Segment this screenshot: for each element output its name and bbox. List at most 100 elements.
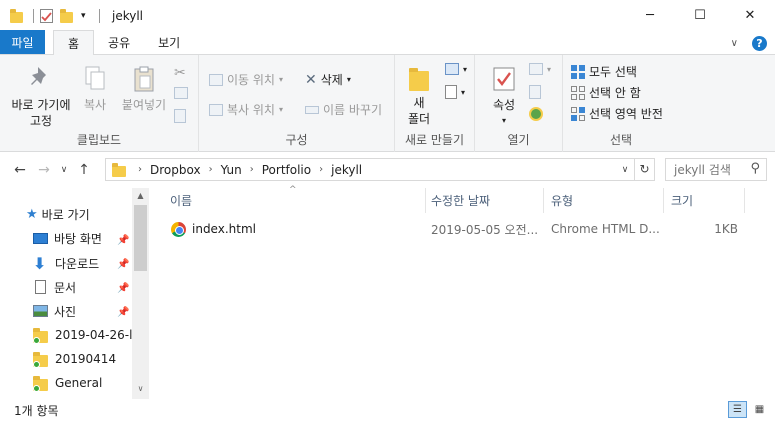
document-icon — [35, 280, 46, 294]
new-item-icon — [445, 63, 459, 75]
nav-item-folder-general[interactable]: General — [33, 371, 102, 395]
move-to-button[interactable]: 이동 위치 ▾ — [209, 71, 283, 88]
forward-arrow-icon: → — [38, 162, 50, 178]
nav-item-label: 사진 — [54, 304, 77, 319]
nav-item-label: General — [55, 376, 103, 390]
easy-access-button[interactable]: ▾ — [445, 85, 465, 99]
minimize-button[interactable]: ─ — [625, 0, 675, 31]
large-icons-view-button[interactable]: ▦ — [750, 401, 769, 418]
maximize-button[interactable]: ☐ — [675, 0, 725, 31]
chevron-right-icon[interactable]: › — [319, 164, 323, 175]
up-arrow-icon: ↑ — [78, 162, 90, 178]
breadcrumb-jekyll[interactable]: jekyll — [331, 163, 362, 177]
copy-path-button[interactable] — [174, 87, 188, 99]
nav-item-downloads[interactable]: ⬇ 다운로드 — [33, 251, 99, 275]
search-input[interactable]: jekyll 검색 — [674, 161, 731, 178]
back-arrow-icon: ← — [14, 162, 26, 178]
history-icon — [529, 107, 543, 121]
window-controls: ─ ☐ ✕ — [625, 0, 775, 31]
nav-item-documents[interactable]: 문서 — [33, 275, 76, 299]
breadcrumb-yun[interactable]: Yun — [221, 163, 242, 177]
column-header-label: 이름 — [170, 194, 193, 208]
scroll-down-icon[interactable]: ∨ — [132, 384, 149, 393]
select-all-icon — [571, 64, 585, 79]
recent-locations-button[interactable]: ∨ — [56, 158, 72, 182]
new-folder-button[interactable]: 새 폴더 — [401, 65, 437, 127]
help-icon[interactable]: ? — [752, 36, 767, 51]
nav-item-folder-2019-04-26[interactable]: 2019-04-26-li — [33, 323, 136, 347]
open-button[interactable]: ▾ — [529, 63, 551, 75]
paste-button[interactable]: 붙여넣기 — [118, 65, 170, 113]
edit-button[interactable] — [529, 85, 541, 99]
copy-to-label: 복사 위치 — [227, 103, 275, 117]
pin-to-quick-access-button[interactable]: 바로 가기에 고정 — [6, 65, 76, 129]
column-header-type[interactable]: 유형 — [543, 188, 664, 213]
delete-button[interactable]: ✕ 삭제 ▾ — [305, 71, 351, 88]
cut-button[interactable]: ✂ — [174, 65, 186, 81]
properties-icon — [493, 67, 515, 91]
easy-access-icon — [445, 85, 457, 99]
search-box[interactable]: jekyll 검색 ⚲ — [665, 158, 767, 181]
tab-share[interactable]: 공유 — [94, 30, 144, 54]
forward-button[interactable]: → — [32, 158, 56, 182]
search-icon[interactable]: ⚲ — [750, 161, 760, 176]
move-to-icon — [209, 73, 223, 86]
collapse-ribbon-icon[interactable]: ∨ — [731, 38, 738, 49]
breadcrumb-dropbox[interactable]: Dropbox — [150, 163, 201, 177]
breadcrumb-portfolio[interactable]: Portfolio — [262, 163, 311, 177]
properties-check-icon[interactable] — [40, 8, 53, 23]
select-none-icon — [571, 85, 585, 100]
new-group-label: 새로 만들기 — [404, 133, 464, 147]
scroll-up-icon[interactable]: ▲ — [132, 191, 149, 200]
table-row[interactable]: index.html 2019-05-05 오전... Chrome HTML … — [166, 218, 746, 240]
copy-icon — [85, 66, 105, 90]
column-header-modified[interactable]: 수정한 날짜 — [423, 188, 544, 213]
rename-button[interactable]: 이름 바꾸기 — [305, 101, 382, 118]
nav-item-label: 20190414 — [55, 352, 117, 366]
invert-selection-button[interactable]: 선택 영역 반전 — [571, 105, 663, 122]
tab-file[interactable]: 파일 — [0, 30, 45, 54]
nav-item-desktop[interactable]: 바탕 화면 — [33, 226, 102, 250]
address-bar[interactable]: › Dropbox › Yun › Portfolio › jekyll ∨ ↻ — [105, 158, 655, 181]
details-view-button[interactable]: ☰ — [728, 401, 747, 418]
chevron-right-icon[interactable]: › — [250, 164, 254, 175]
file-name-cell[interactable]: index.html — [171, 218, 421, 240]
nav-item-pictures[interactable]: 사진 — [33, 299, 76, 323]
copy-button[interactable]: 복사 — [78, 65, 112, 113]
select-all-button[interactable]: 모두 선택 — [571, 63, 637, 80]
properties-button[interactable]: 속성 ▾ — [487, 65, 521, 129]
file-type-cell: Chrome HTML D... — [551, 222, 660, 236]
up-button[interactable]: ↑ — [72, 158, 96, 182]
back-button[interactable]: ← — [8, 158, 32, 182]
chevron-right-icon[interactable]: › — [209, 164, 213, 175]
scrollbar-thumb[interactable] — [134, 205, 147, 271]
refresh-icon[interactable]: ↻ — [634, 159, 654, 180]
navigation-pane-scrollbar[interactable]: ▲ ∨ — [132, 188, 149, 399]
tab-view[interactable]: 보기 — [144, 30, 194, 54]
nav-item-label: 바로 가기 — [41, 207, 90, 222]
tab-home[interactable]: 홈 — [53, 30, 95, 55]
nav-item-label: 다운로드 — [55, 256, 100, 271]
column-header-name[interactable]: 이름 — [162, 188, 426, 213]
divider — [33, 8, 34, 23]
quick-access-dropdown-icon[interactable]: ▾ — [81, 8, 91, 24]
close-button[interactable]: ✕ — [725, 0, 775, 31]
copy-to-button[interactable]: 복사 위치 ▾ — [209, 101, 283, 118]
address-history-dropdown-icon[interactable]: ∨ — [616, 165, 634, 175]
paste-shortcut-button[interactable] — [174, 109, 186, 123]
nav-item-quick-access[interactable]: ★ 바로 가기 — [26, 202, 90, 226]
select-none-button[interactable]: 선택 안 함 — [571, 84, 641, 101]
open-group-label: 열기 — [507, 133, 530, 147]
star-icon: ★ — [26, 206, 38, 222]
column-header-size[interactable]: 크기 — [663, 188, 745, 213]
nav-item-folder-20190414[interactable]: 20190414 — [33, 347, 116, 371]
copy-to-icon — [209, 103, 223, 116]
move-to-label: 이동 위치 — [227, 73, 275, 87]
navigation-pane: ★ 바로 가기 바탕 화면 📌 ⬇ 다운로드 📌 문서 📌 사진 📌 2019-… — [0, 188, 150, 399]
new-folder-icon — [409, 65, 429, 91]
new-item-button[interactable]: ▾ — [445, 63, 467, 75]
history-button[interactable] — [529, 107, 543, 121]
chevron-down-icon: ▾ — [547, 64, 552, 74]
new-folder-icon[interactable] — [59, 8, 75, 24]
paste-label: 붙여넣기 — [121, 98, 167, 112]
